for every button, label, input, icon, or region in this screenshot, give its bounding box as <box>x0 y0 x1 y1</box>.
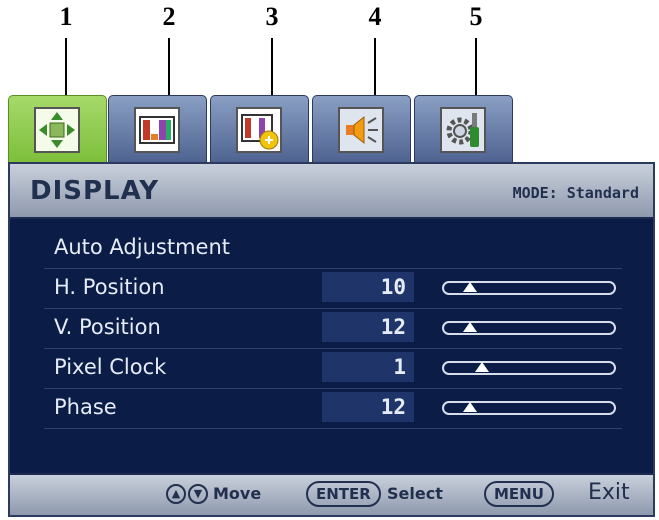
menu-item-label: H. Position <box>54 275 165 299</box>
menu-item-h-position[interactable]: H. Position 10 <box>44 268 622 309</box>
panel-footer: ▲ ▼ Move ENTER Select MENU Exit <box>10 473 653 515</box>
speaker-icon <box>338 107 384 153</box>
callout-4: 4 <box>368 2 382 31</box>
callout-5: 5 <box>469 2 483 31</box>
callout-2: 2 <box>162 2 176 31</box>
down-arrow-icon: ▼ <box>188 484 208 504</box>
exit-hint: Exit <box>588 480 630 505</box>
pixel-clock-value: 1 <box>322 352 414 382</box>
osd-panel: DISPLAY MODE: Standard Auto Adjustment H… <box>8 162 655 517</box>
tab-display[interactable] <box>8 95 107 162</box>
callout-1: 1 <box>59 2 73 31</box>
callout-3: 3 <box>265 2 279 31</box>
menu-item-v-position[interactable]: V. Position 12 <box>44 308 622 349</box>
menu-item-label: Auto Adjustment <box>54 235 230 259</box>
h-position-value: 10 <box>322 272 414 302</box>
tab-audio[interactable] <box>312 95 411 162</box>
tab-picture[interactable] <box>108 95 207 162</box>
enter-button[interactable]: ENTER <box>306 481 381 507</box>
slider-thumb[interactable] <box>475 362 489 372</box>
page-title: DISPLAY <box>30 176 160 206</box>
tab-picture-advanced[interactable] <box>210 95 309 162</box>
slider-thumb[interactable] <box>463 322 477 332</box>
menu-item-label: V. Position <box>54 315 161 339</box>
menu-item-auto-adjustment[interactable]: Auto Adjustment <box>44 228 622 269</box>
position-arrows-icon <box>34 107 80 153</box>
phase-slider[interactable] <box>442 401 616 415</box>
v-position-slider[interactable] <box>442 321 616 335</box>
mode-indicator: MODE: Standard <box>512 184 639 202</box>
menu-item-label: Phase <box>54 395 117 419</box>
slider-thumb[interactable] <box>463 282 477 292</box>
move-hint: Move <box>213 484 262 503</box>
menu-item-pixel-clock[interactable]: Pixel Clock 1 <box>44 348 622 389</box>
v-position-value: 12 <box>322 312 414 342</box>
menu-item-label: Pixel Clock <box>54 355 167 379</box>
menu-item-phase[interactable]: Phase 12 <box>44 388 622 429</box>
panel-header: DISPLAY MODE: Standard <box>10 164 653 219</box>
color-bars-add-icon <box>236 107 282 153</box>
slider-thumb[interactable] <box>463 402 477 412</box>
h-position-slider[interactable] <box>442 281 616 295</box>
tab-system[interactable] <box>414 95 513 162</box>
gear-screwdriver-icon <box>440 107 486 153</box>
select-hint: Select <box>387 484 443 503</box>
color-bars-icon <box>134 107 180 153</box>
pixel-clock-slider[interactable] <box>442 361 616 375</box>
menu-button[interactable]: MENU <box>484 481 554 507</box>
phase-value: 12 <box>322 392 414 422</box>
up-arrow-icon: ▲ <box>166 484 186 504</box>
